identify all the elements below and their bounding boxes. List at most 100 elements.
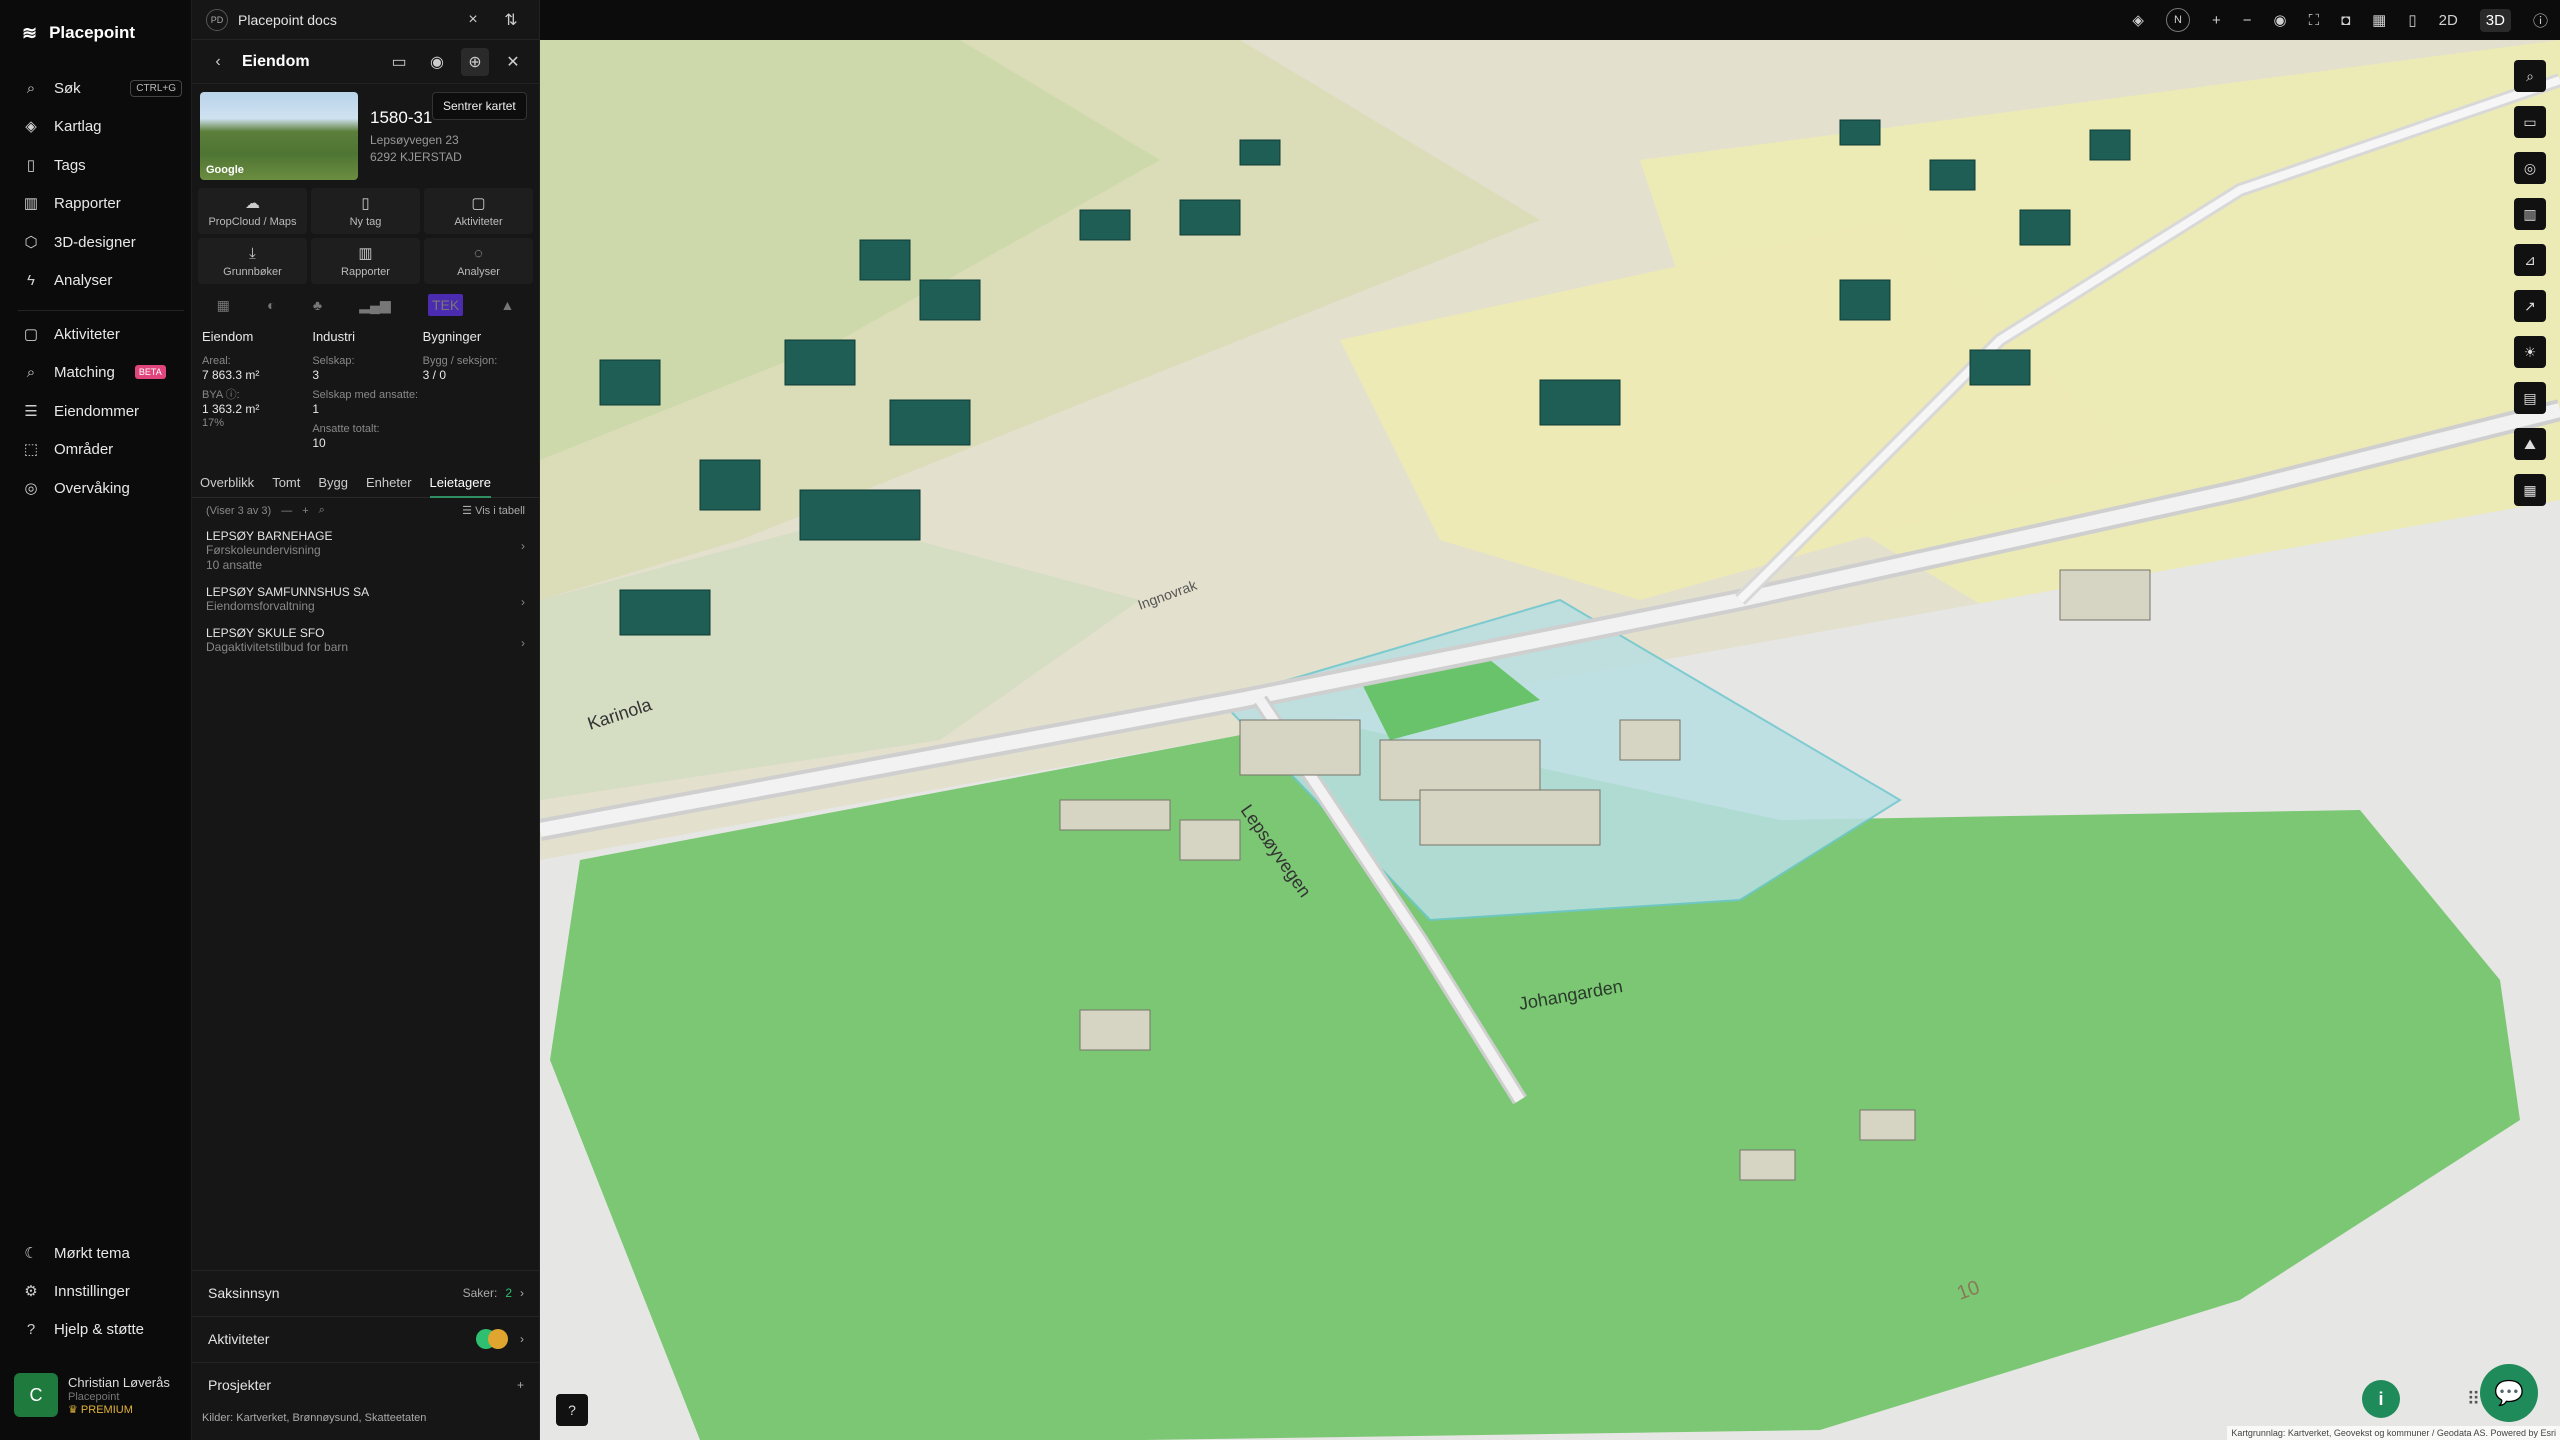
nav-item-matching[interactable]: ⌕ Matching BETA: [22, 357, 182, 387]
zoom-in-icon[interactable]: +: [2212, 12, 2221, 29]
signal-icon[interactable]: ▂▄▆: [359, 297, 390, 314]
nav-item-dark-theme[interactable]: ☾ Mørkt tema: [22, 1238, 182, 1268]
list-count: (Viser 3 av 3): [206, 504, 272, 517]
nav-item-settings[interactable]: ⚙ Innstillinger: [22, 1276, 182, 1306]
back-icon[interactable]: ‹: [204, 48, 232, 76]
id-card-icon[interactable]: ▭: [385, 48, 413, 76]
section-case-access[interactable]: Saksinnsyn Saker: 2 ›: [192, 1270, 540, 1314]
nav-item-tags[interactable]: ▯ Tags: [22, 150, 182, 180]
ruler-icon[interactable]: ▭: [2514, 106, 2546, 138]
tab-tenants[interactable]: Leietagere: [429, 468, 491, 498]
workspace-name[interactable]: Placepoint docs: [238, 12, 449, 28]
section-title: Prosjekter: [208, 1376, 272, 1393]
bookmark-icon[interactable]: ▯: [2408, 11, 2416, 29]
stat-label: Selskap:: [312, 355, 355, 367]
layers-icon: ◈: [25, 118, 37, 135]
camera-icon[interactable]: ◘: [2341, 12, 2350, 29]
nav-item-analyses[interactable]: ϟ Analyser: [22, 265, 182, 295]
crown-icon: ♛: [68, 1403, 81, 1416]
grid-icon[interactable]: ▦: [217, 297, 230, 314]
eye-icon[interactable]: ◉: [423, 48, 451, 76]
fullscreen-icon[interactable]: ⛶: [2309, 12, 2320, 29]
pin-icon[interactable]: ⊿: [2514, 244, 2546, 276]
land-registry-button[interactable]: ⤓ Grunnbøker: [198, 238, 307, 284]
workspace-bar: PD Placepoint docs × ⇅: [192, 0, 539, 40]
chevron-right-icon: ›: [521, 636, 525, 650]
close-panel-icon[interactable]: ✕: [499, 48, 527, 76]
list-item[interactable]: LEPSØY SKULE SFO Dagaktivitetstilbud for …: [192, 620, 539, 661]
tenant-employees: 10 ansatte: [206, 558, 263, 572]
sun-icon[interactable]: ☀: [2514, 336, 2546, 368]
info-icon[interactable]: ⓘ: [2533, 10, 2548, 31]
list-item[interactable]: LEPSØY BARNEHAGE Førskoleundervisning 10 a…: [192, 523, 539, 579]
help-icon[interactable]: ?: [556, 1394, 588, 1426]
tek-badge[interactable]: TEK: [427, 294, 464, 316]
compass-button[interactable]: N: [2165, 8, 2190, 32]
add-icon[interactable]: +: [517, 1378, 524, 1392]
tab-buildings[interactable]: Bygg: [318, 468, 348, 498]
eye-icon[interactable]: ◉: [2273, 11, 2286, 29]
section-activities[interactable]: Aktiviteter ›: [192, 1316, 540, 1360]
collapse-icon[interactable]: —: [281, 505, 292, 517]
bars-icon[interactable]: ▤: [2514, 382, 2546, 414]
nav-item-reports[interactable]: ▥ Rapporter: [22, 188, 182, 218]
tiles-icon[interactable]: ▦: [2514, 474, 2546, 506]
map-toolbar: ◈ N + − ◉ ⛶ ◘ ▦ ▯ 2D 3D ⓘ: [540, 0, 2560, 40]
list-item[interactable]: LEPSØY SAMFUNNSHUS SA Eiendomsforvaltning…: [192, 579, 539, 620]
search-map-icon[interactable]: ⌕: [2514, 60, 2546, 92]
tab-units[interactable]: Enheter: [366, 468, 412, 498]
nav-item-3d-designer[interactable]: ⬡ 3D-designer: [22, 227, 182, 257]
scan-icon[interactable]: ◎: [2514, 152, 2546, 184]
stat-label: Areal:: [202, 355, 231, 367]
expand-icon[interactable]: ⇅: [497, 6, 525, 34]
new-tag-button[interactable]: ▯ Ny tag: [311, 188, 420, 234]
user-card[interactable]: C Christian Løverås Placepoint ♛ PREMIUM: [14, 1370, 184, 1420]
section-title: Saksinnsyn: [208, 1284, 280, 1301]
data-source-icons: ▦ ◐ ♣ ▂▄▆ TEK ▲: [192, 284, 539, 326]
trend-icon[interactable]: ↗: [2514, 290, 2546, 322]
grid-icon[interactable]: ▦: [2372, 11, 2386, 29]
add-icon[interactable]: +: [302, 505, 308, 517]
street-view-thumbnail[interactable]: Google: [200, 92, 358, 180]
layers-stack-icon[interactable]: ◈: [2132, 11, 2144, 29]
section-projects[interactable]: Prosjekter +: [192, 1362, 540, 1406]
brand[interactable]: ≋ Placepoint: [22, 20, 135, 46]
triangle-icon[interactable]: ▲: [500, 297, 514, 313]
activities-button[interactable]: ▢ Aktiviteter: [424, 188, 533, 234]
nav-item-monitoring[interactable]: ◎ Overvåking: [22, 473, 182, 503]
view-table-button[interactable]: ☰ Vis i tabell: [462, 504, 525, 517]
close-icon[interactable]: ×: [459, 6, 487, 34]
tab-overview[interactable]: Overblikk: [200, 468, 254, 498]
nav-divider: [18, 310, 184, 311]
mode-2d-button[interactable]: 2D: [2439, 12, 2458, 29]
mode-3d-button[interactable]: 3D: [2479, 8, 2511, 32]
nav-item-activities[interactable]: ▢ Aktiviteter: [22, 319, 182, 349]
bolt-icon: ϟ: [27, 271, 35, 289]
nav-item-areas[interactable]: ⬚ Områder: [22, 434, 182, 464]
propcloud-button[interactable]: ☁ PropCloud / Maps: [198, 188, 307, 234]
analyses-button[interactable]: ◌ Analyser: [424, 238, 533, 284]
nav-item-help[interactable]: ? Hjelp & støtte: [22, 1314, 182, 1344]
stat-value: 3: [312, 368, 320, 382]
globe-icon[interactable]: ◐: [267, 297, 275, 313]
search-icon[interactable]: ⌕: [319, 504, 325, 517]
tree-icon[interactable]: ♣: [313, 297, 322, 313]
drag-handle-icon[interactable]: ⠿: [2467, 1389, 2480, 1410]
chat-button[interactable]: 💬: [2480, 1364, 2538, 1422]
reports-button[interactable]: ▥ Rapporter: [311, 238, 420, 284]
map-canvas[interactable]: Lepsøyvegen Karinola Johangarden 10 Ingn…: [540, 40, 2560, 1440]
nav-item-layers[interactable]: ◈ Kartlag: [22, 111, 182, 141]
terrain-icon[interactable]: ⛰: [2514, 428, 2546, 460]
center-map-icon[interactable]: ⊕: [461, 47, 489, 76]
tab-plot[interactable]: Tomt: [272, 468, 300, 498]
zoom-out-icon[interactable]: −: [2243, 12, 2252, 29]
map-view[interactable]: Lepsøyvegen Karinola Johangarden 10 Ingn…: [540, 40, 2560, 1440]
nav-item-properties[interactable]: ☰ Eiendommer: [22, 396, 182, 426]
chart-icon[interactable]: ▥: [2514, 198, 2546, 230]
nav-item-search[interactable]: ⌕ Søk CTRL+G: [22, 73, 182, 103]
search-plus-icon: ⌕: [26, 363, 36, 381]
chat-icon: ▢: [23, 326, 39, 343]
tenant-name: LEPSØY SAMFUNNSHUS SA: [206, 585, 370, 599]
tenant-name: LEPSØY SKULE SFO: [206, 626, 325, 640]
info-button[interactable]: i: [2362, 1380, 2400, 1418]
